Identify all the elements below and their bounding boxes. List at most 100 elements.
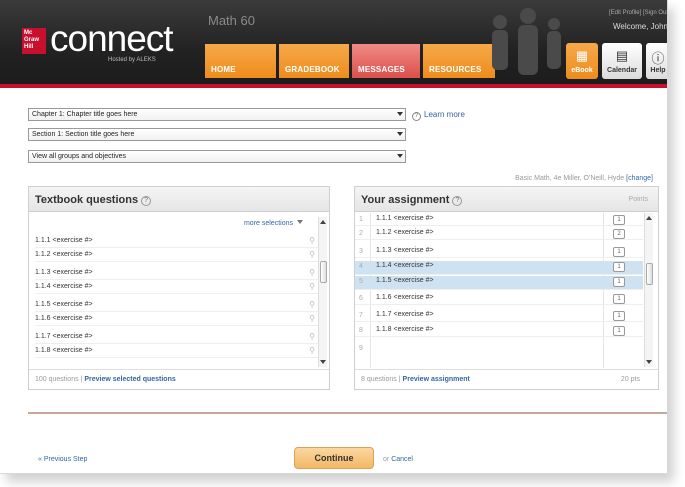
scroll-thumb[interactable] — [646, 263, 653, 285]
preview-selected-link[interactable]: Preview selected questions — [84, 376, 175, 383]
assignment-panel-header: Your assignment? Points — [355, 187, 658, 212]
scroll-up-icon[interactable] — [320, 220, 326, 224]
tab-messages[interactable]: MESSAGES — [352, 44, 420, 78]
pin-icon[interactable]: ⚲ — [309, 282, 315, 291]
chapter-select[interactable]: Chapter 1: Chapter title goes here — [28, 108, 406, 121]
question-label: 1.1.5 <exercise #> — [35, 301, 93, 308]
previous-step-link[interactable]: « Previous Step — [38, 456, 87, 463]
list-item[interactable]: 1.1.4 <exercise #> ⚲ — [35, 282, 319, 294]
points-input[interactable]: 1 — [613, 277, 625, 287]
welcome-text: Welcome, John — [613, 22, 668, 31]
preview-assignment-link[interactable]: Preview assignment — [403, 376, 470, 383]
points-input[interactable]: 1 — [613, 311, 625, 321]
ebook-label: eBook — [571, 67, 593, 74]
row-number: 3 — [359, 248, 363, 255]
book-icon: ▦ — [575, 48, 589, 63]
row-number: 1 — [359, 216, 363, 223]
help-circle-icon[interactable]: ? — [141, 196, 152, 206]
ebook-button[interactable]: ▦ eBook — [566, 43, 598, 79]
assignment-panel-footer: 8 questions | Preview assignment 20 pts — [355, 369, 658, 389]
table-row-selected[interactable]: 4 1.1.4 <exercise #> 1 — [355, 261, 643, 275]
divider — [28, 412, 667, 414]
points-input[interactable]: 1 — [613, 326, 625, 336]
calendar-icon: ▤ — [615, 48, 629, 63]
pin-icon[interactable]: ⚲ — [309, 250, 315, 259]
scroll-thumb[interactable] — [320, 261, 327, 283]
scroll-down-icon[interactable] — [646, 360, 652, 364]
main-nav: HOME GRADEBOOK MESSAGES RESOURCES — [205, 44, 498, 78]
pin-icon[interactable]: ⚲ — [309, 346, 315, 355]
or-text: or — [383, 456, 390, 463]
row-number: 9 — [359, 345, 363, 352]
textbook-scrollbar[interactable] — [318, 217, 327, 367]
table-row-empty[interactable]: 9 — [355, 343, 643, 355]
list-item[interactable]: 1.1.2 <exercise #> ⚲ — [35, 250, 319, 262]
question-count: 100 questions — [35, 376, 79, 383]
learn-more-link[interactable]: ? Learn more — [412, 110, 465, 121]
app-frame: Mc Graw Hill connect Hosted by ALEKS Mat… — [0, 0, 668, 474]
points-input[interactable]: 1 — [613, 215, 625, 225]
more-selections-dropdown[interactable]: more selections — [244, 220, 303, 227]
list-item[interactable]: 1.1.1 <exercise #> ⚲ — [35, 236, 319, 248]
help-button[interactable]: ⓘ Help — [646, 43, 667, 79]
table-row-selected[interactable]: 5 1.1.5 <exercise #> 1 — [355, 276, 643, 290]
row-label: 1.1.2 <exercise #> — [376, 229, 434, 236]
chevron-down-icon — [397, 132, 403, 136]
logo-subtitle: Hosted by ALEKS — [108, 57, 156, 63]
separator: | — [80, 376, 83, 383]
list-item[interactable]: 1.1.7 <exercise #> ⚲ — [35, 332, 319, 344]
tab-home[interactable]: HOME — [205, 44, 276, 78]
header-bar: Mc Graw Hill connect Hosted by ALEKS Mat… — [0, 0, 668, 84]
question-label: 1.1.6 <exercise #> — [35, 315, 93, 322]
people-silhouette-graphic — [492, 8, 561, 75]
list-item[interactable]: 1.1.8 <exercise #> ⚲ — [35, 346, 319, 358]
points-total: 20 pts — [620, 376, 640, 383]
textbook-panel-footer: 100 questions | Preview selected questio… — [29, 369, 329, 389]
table-row[interactable]: 3 1.1.3 <exercise #> 1 — [355, 246, 643, 258]
table-row[interactable]: 7 1.1.7 <exercise #> 1 — [355, 310, 643, 322]
change-book-link[interactable]: [change] — [626, 175, 653, 182]
tab-gradebook[interactable]: GRADEBOOK — [279, 44, 349, 78]
table-row[interactable]: 8 1.1.8 <exercise #> 1 — [355, 325, 643, 337]
list-item[interactable]: 1.1.5 <exercise #> ⚲ — [35, 300, 319, 312]
points-input[interactable]: 2 — [613, 229, 625, 239]
points-input[interactable]: 1 — [613, 294, 625, 304]
scroll-up-icon[interactable] — [646, 216, 652, 220]
pin-icon[interactable]: ⚲ — [309, 300, 315, 309]
section-select[interactable]: Section 1: Section title goes here — [28, 128, 406, 141]
pin-icon[interactable]: ⚲ — [309, 332, 315, 341]
row-number: 8 — [359, 327, 363, 334]
groups-select[interactable]: View all groups and objectives — [28, 150, 406, 163]
question-label: 1.1.1 <exercise #> — [35, 237, 93, 244]
scroll-down-icon[interactable] — [320, 360, 326, 364]
continue-button[interactable]: Continue — [294, 447, 374, 469]
pin-icon[interactable]: ⚲ — [309, 236, 315, 245]
assignment-count: 8 questions — [361, 376, 397, 383]
table-row[interactable]: 6 1.1.6 <exercise #> 1 — [355, 293, 643, 305]
header-stripe — [0, 84, 667, 88]
textbook-panel-header: Textbook questions? — [29, 187, 329, 212]
chevron-down-icon — [297, 220, 303, 224]
points-input[interactable]: 1 — [613, 262, 625, 272]
calendar-button[interactable]: ▤ Calendar — [602, 43, 642, 79]
list-item[interactable]: 1.1.6 <exercise #> ⚲ — [35, 314, 319, 326]
your-assignment-panel: Your assignment? Points 1 1.1.1 <exercise… — [354, 186, 659, 390]
row-number: 4 — [359, 263, 363, 270]
cancel-link[interactable]: Cancel — [391, 456, 413, 463]
assignment-panel-title: Your assignment — [361, 194, 450, 206]
profile-links[interactable]: [Edit Profile] [Sign Out — [609, 10, 667, 16]
points-input[interactable]: 1 — [613, 247, 625, 257]
calendar-label: Calendar — [607, 67, 637, 74]
pin-icon[interactable]: ⚲ — [309, 314, 315, 323]
list-item[interactable]: 1.1.3 <exercise #> ⚲ — [35, 268, 319, 280]
chevron-down-icon — [397, 154, 403, 158]
pin-icon[interactable]: ⚲ — [309, 268, 315, 277]
table-row[interactable]: 2 1.1.2 <exercise #> 2 — [355, 228, 643, 240]
book-title: Basic Math, 4e Miller, O'Neill, Hyde — [515, 175, 625, 182]
table-row[interactable]: 1 1.1.1 <exercise #> 1 — [355, 214, 643, 226]
groups-select-value: View all groups and objectives — [32, 153, 127, 160]
help-circle-icon[interactable]: ? — [452, 196, 463, 206]
row-number: 7 — [359, 312, 363, 319]
assignment-scrollbar[interactable] — [644, 213, 653, 367]
chapter-select-value: Chapter 1: Chapter title goes here — [32, 111, 138, 118]
